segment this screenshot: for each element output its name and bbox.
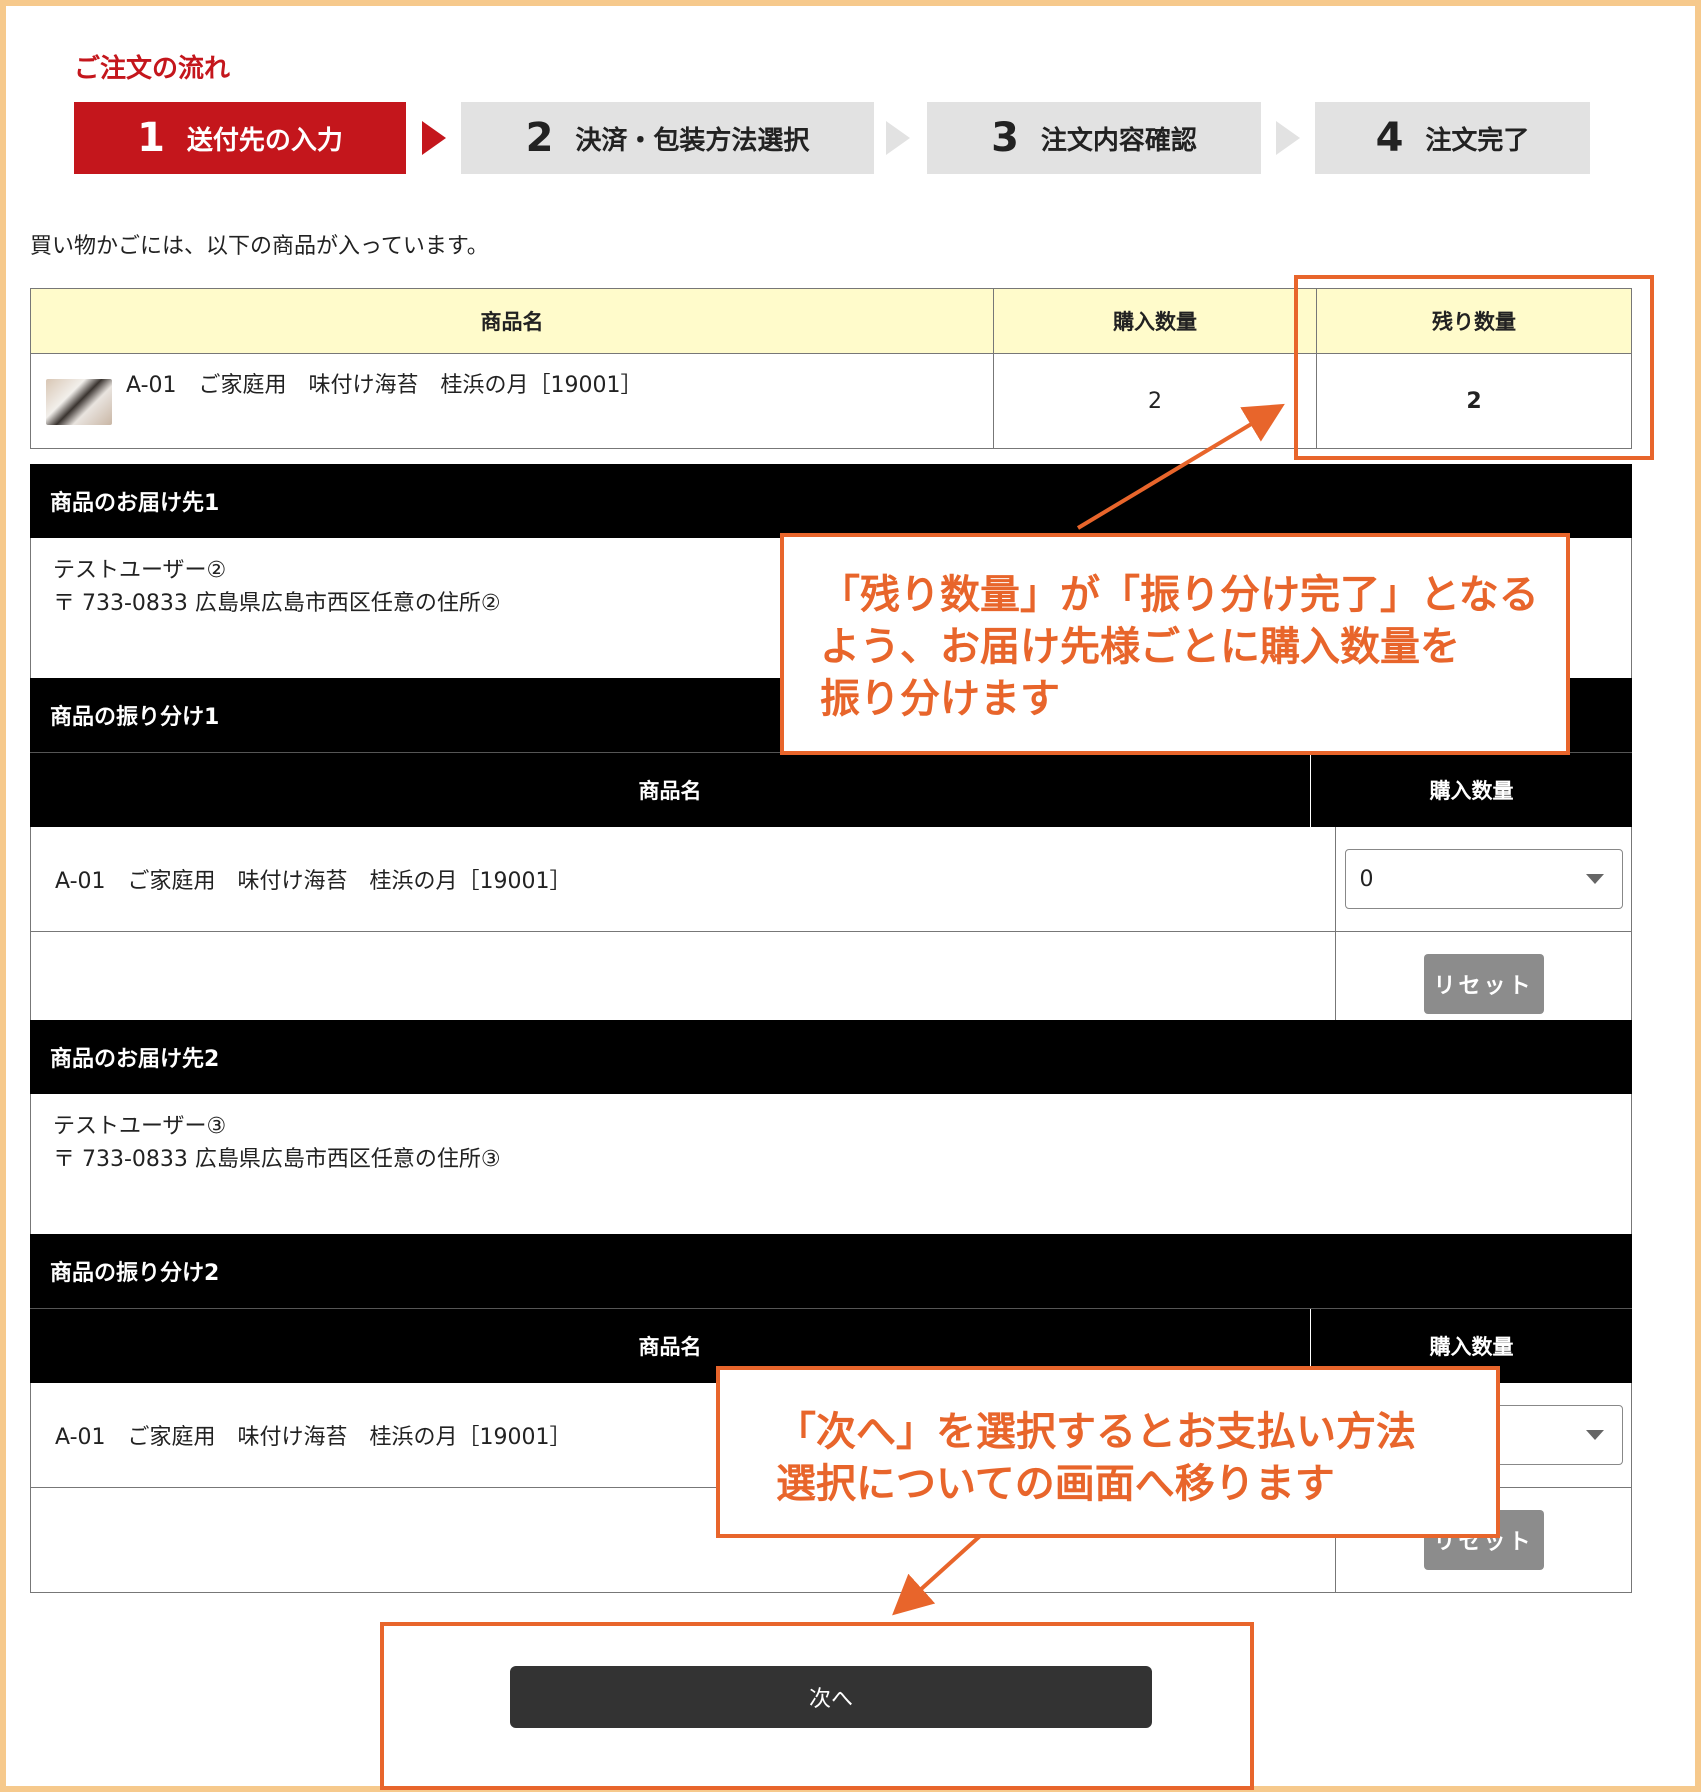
- callout-line: 選択についての画面へ移ります: [776, 1461, 1335, 1507]
- callout-line: 振り分けます: [820, 676, 1060, 722]
- annotation-callout-allocation: 「残り数量」が「振り分け完了」となる よう、お届け先様ごとに購入数量を 振り分け…: [780, 533, 1570, 755]
- annotation-arrow-icon: [892, 1534, 982, 1616]
- annotation-arrow-icon: [1076, 403, 1285, 530]
- callout-line: よう、お届け先様ごとに購入数量を: [820, 624, 1460, 670]
- callout-line: 「次へ」を選択するとお支払い方法: [776, 1409, 1416, 1455]
- callout-line: 「残り数量」が「振り分け完了」となる: [820, 572, 1539, 618]
- annotation-callout-next: 「次へ」を選択するとお支払い方法 選択についての画面へ移ります: [716, 1366, 1500, 1538]
